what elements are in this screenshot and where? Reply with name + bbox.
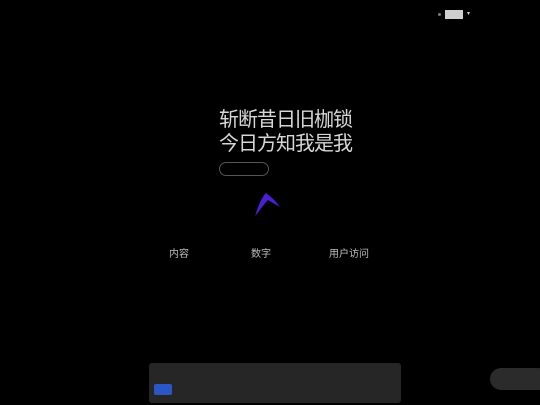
stat-3: 用户访问 <box>329 245 372 260</box>
stat-2: 数字 <box>251 245 274 260</box>
language-switch[interactable] <box>445 10 463 19</box>
hero-cta-button[interactable] <box>219 162 269 176</box>
chevron-down-icon[interactable]: ▾ <box>467 10 470 17</box>
stat-2-value: 数字 <box>251 249 271 260</box>
stat-1-value: 内容 <box>169 249 189 260</box>
loading-spinner-icon <box>255 193 280 216</box>
hero-title-line-1: 斩断昔日旧枷锁 <box>219 107 353 131</box>
hero-title-line-2: 今日方知我是我 <box>219 131 353 155</box>
input-card <box>149 363 401 403</box>
globe-icon <box>438 13 441 16</box>
stat-3-value: 用户访问 <box>329 249 369 260</box>
stat-1: 内容 <box>169 245 192 260</box>
top-nav: ▾ <box>0 0 540 30</box>
chat-widget-button[interactable] <box>490 368 540 390</box>
submit-button[interactable] <box>154 384 172 395</box>
